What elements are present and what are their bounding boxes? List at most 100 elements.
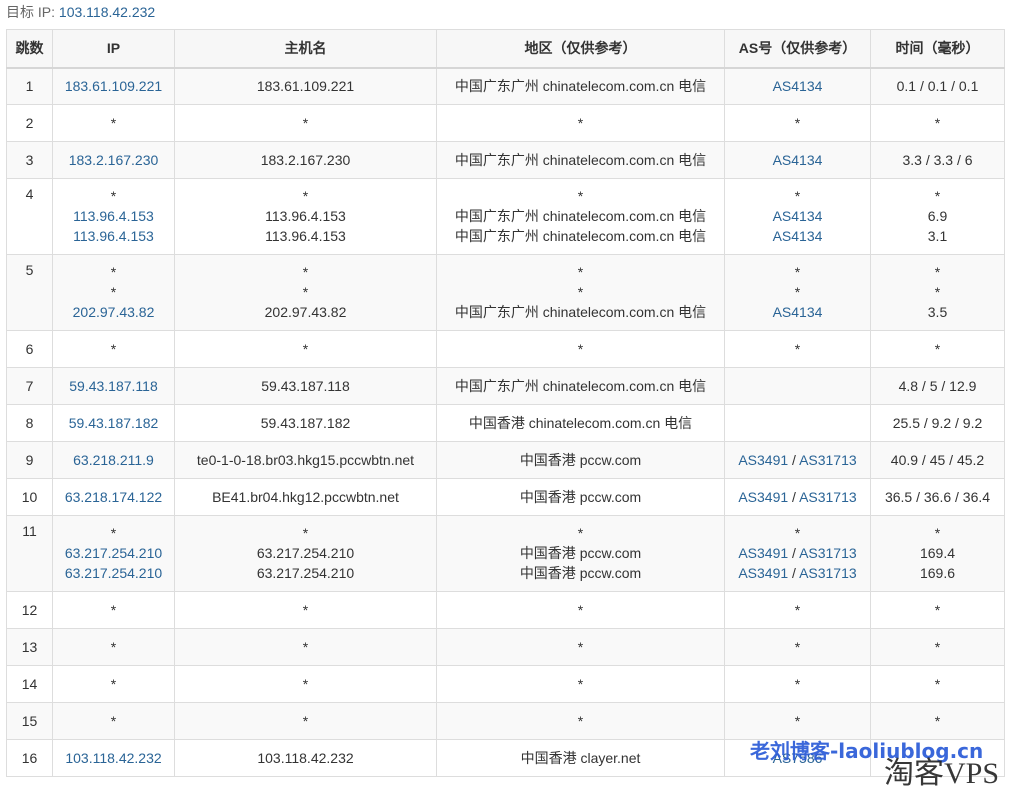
- as-cell: *: [724, 665, 871, 703]
- hostname-cell: *: [174, 104, 437, 142]
- ip-link[interactable]: 59.43.187.182: [59, 413, 168, 433]
- region-text: 中国广东广州 chinatelecom.com.cn 电信: [454, 228, 707, 244]
- ip-link[interactable]: 183.61.109.221: [59, 76, 168, 96]
- ip-cell: 59.43.187.118: [52, 367, 175, 405]
- hostname-cell: 103.118.42.232: [174, 739, 437, 777]
- as-link[interactable]: AS4134: [773, 152, 823, 168]
- hop-cell: 4: [6, 178, 53, 255]
- as-link[interactable]: AS31713: [799, 545, 857, 561]
- time-cell: *: [870, 104, 1005, 142]
- as-link[interactable]: AS31713: [799, 489, 857, 505]
- hop-cell: 13: [6, 628, 53, 666]
- header-time: 时间（毫秒）: [870, 29, 1005, 69]
- as-text: *: [794, 341, 801, 357]
- as-link[interactable]: AS4134: [773, 228, 823, 244]
- ip-link[interactable]: 63.217.254.210: [59, 543, 168, 563]
- ip-cell: 63.218.211.9: [52, 441, 175, 479]
- hostname-text: *: [302, 284, 309, 300]
- region-text: *: [577, 602, 584, 618]
- ip-text: *: [110, 602, 117, 618]
- time-cell: 25.5 / 9.2 / 9.2: [870, 404, 1005, 442]
- region-text: *: [577, 713, 584, 729]
- hostname-text: 59.43.187.118: [261, 378, 350, 394]
- hop-cell: 14: [6, 665, 53, 703]
- ip-link[interactable]: 202.97.43.82: [59, 302, 168, 322]
- time-text: 169.4: [919, 545, 956, 561]
- ip-cell: *: [52, 104, 175, 142]
- time-text: 3.5: [927, 304, 948, 320]
- region-cell: *: [436, 591, 725, 629]
- watermark-site: 淘客VPS: [884, 757, 1000, 790]
- as-link[interactable]: AS3491: [738, 545, 788, 561]
- region-text: *: [577, 188, 584, 204]
- as-text: *: [794, 639, 801, 655]
- ip-cell: *: [52, 628, 175, 666]
- as-link[interactable]: AS3491: [738, 489, 788, 505]
- as-line: *: [731, 711, 864, 731]
- as-cell: *: [724, 702, 871, 740]
- ip-link[interactable]: 103.118.42.232: [59, 748, 168, 768]
- as-link[interactable]: AS31713: [799, 452, 857, 468]
- hop-cell: 16: [6, 739, 53, 777]
- ip-text: *: [110, 713, 117, 729]
- time-cell: 36.5 / 36.6 / 36.4: [870, 478, 1005, 516]
- ip-link[interactable]: 113.96.4.153: [59, 226, 168, 246]
- ip-link[interactable]: 63.218.174.122: [59, 487, 168, 507]
- as-link[interactable]: AS4134: [773, 78, 823, 94]
- ip-link[interactable]: 183.2.167.230: [59, 150, 168, 170]
- as-cell: [724, 367, 871, 405]
- as-link[interactable]: AS4134: [773, 304, 823, 320]
- ip-text: *: [110, 115, 117, 131]
- as-separator: /: [792, 452, 796, 468]
- ip-link[interactable]: 59.43.187.118: [59, 376, 168, 396]
- region-cell: * 中国广东广州 chinatelecom.com.cn 电信 中国广东广州 chi…: [436, 178, 725, 255]
- hop-cell: 3: [6, 141, 53, 179]
- time-text: 6.9: [927, 208, 948, 224]
- ip-link[interactable]: 63.217.254.210: [59, 563, 168, 583]
- region-cell: 中国广东广州 chinatelecom.com.cn 电信: [436, 141, 725, 179]
- table-row: 1 183.61.109.221 183.61.109.221 中国广东广州 chin…: [6, 67, 1005, 105]
- hop-cell: 6: [6, 330, 53, 368]
- as-line: AS3491 / AS31713: [731, 563, 864, 583]
- hostname-text: 63.217.254.210: [256, 545, 355, 561]
- region-text: 中国香港 clayer.net: [520, 750, 641, 766]
- region-text: *: [577, 264, 584, 280]
- table-row: 14 * * * * *: [6, 665, 1005, 703]
- hostname-text: te0-1-0-18.br03.hkg15.pccwbtn.net: [196, 452, 415, 468]
- time-text: *: [934, 525, 941, 541]
- region-text: *: [577, 525, 584, 541]
- time-cell: 3.3 / 3.3 / 6: [870, 141, 1005, 179]
- as-line: AS4134: [731, 226, 864, 246]
- time-cell: *: [870, 665, 1005, 703]
- time-text: 36.5 / 36.6 / 36.4: [884, 489, 991, 505]
- hop-cell: 15: [6, 702, 53, 740]
- region-text: *: [577, 284, 584, 300]
- as-line: *: [731, 523, 864, 543]
- as-text: *: [794, 602, 801, 618]
- time-text: 0.1 / 0.1 / 0.1: [896, 78, 979, 95]
- as-text: *: [794, 264, 801, 280]
- table-row: 2 * * * * *: [6, 104, 1005, 142]
- as-line: *: [731, 282, 864, 302]
- ip-link[interactable]: 63.218.211.9: [59, 450, 168, 470]
- as-link[interactable]: AS31713: [799, 565, 857, 581]
- region-cell: 中国广东广州 chinatelecom.com.cn 电信: [436, 67, 725, 105]
- time-cell: *: [870, 330, 1005, 368]
- region-text: *: [577, 639, 584, 655]
- ip-cell: 103.118.42.232: [52, 739, 175, 777]
- ip-text: *: [110, 264, 117, 280]
- as-link[interactable]: AS3491: [738, 565, 788, 581]
- as-separator: /: [792, 545, 796, 561]
- region-text: 中国广东广州 chinatelecom.com.cn 电信: [454, 78, 707, 95]
- region-text: 中国香港 chinatelecom.com.cn 电信: [468, 415, 693, 431]
- as-link[interactable]: AS4134: [773, 208, 823, 224]
- time-text: 4.8 / 5 / 12.9: [898, 378, 977, 394]
- table-row: 8 59.43.187.182 59.43.187.182 中国香港 chinatel…: [6, 404, 1005, 442]
- as-link[interactable]: AS3491: [738, 452, 788, 468]
- time-cell: * 169.4 169.6: [870, 515, 1005, 592]
- ip-link[interactable]: 113.96.4.153: [59, 206, 168, 226]
- hostname-cell: * 63.217.254.210 63.217.254.210: [174, 515, 437, 592]
- as-line: AS3491 / AS31713: [731, 487, 864, 507]
- as-line: [731, 413, 864, 433]
- time-text: 40.9 / 45 / 45.2: [890, 452, 985, 468]
